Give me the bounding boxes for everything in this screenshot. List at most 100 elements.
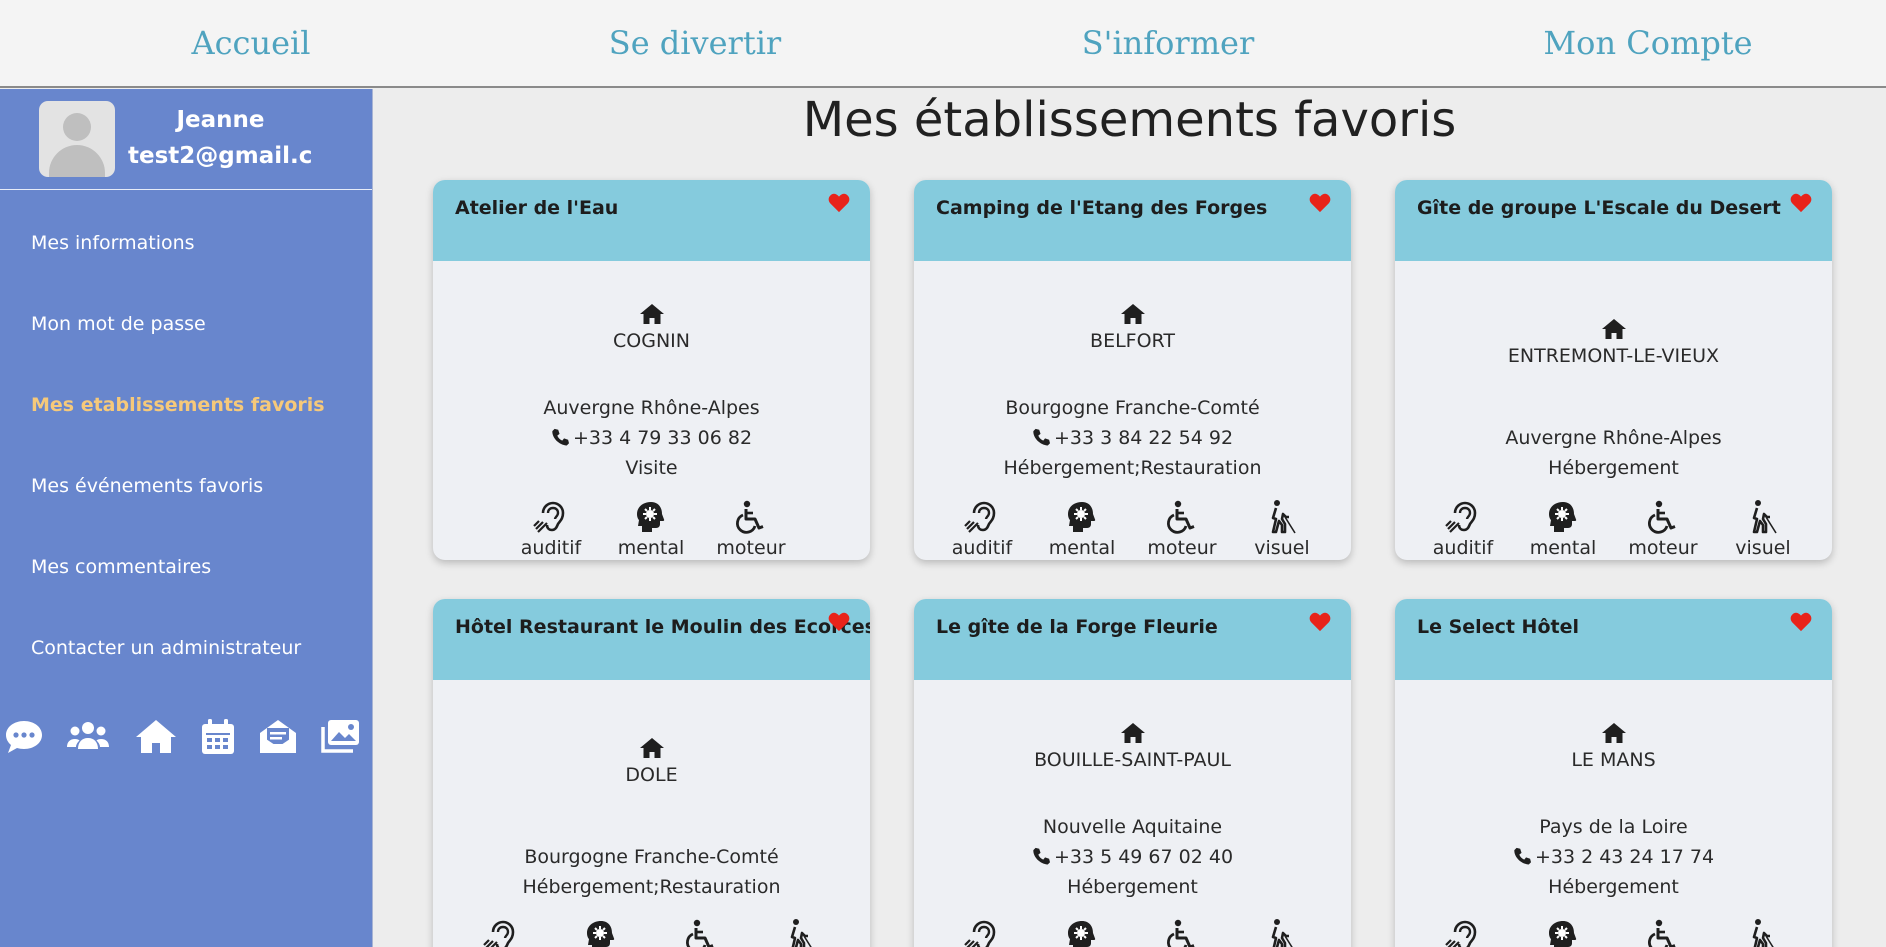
- calendar-icon[interactable]: [196, 715, 240, 759]
- accessibility-mental: mental: [1523, 916, 1603, 947]
- visuel-icon: [1242, 499, 1322, 535]
- home-icon: [639, 737, 664, 759]
- moteur-icon: [1142, 918, 1222, 947]
- card-body: LE MANS Pays de la Loire +33 2 43 24 17 74…: [1395, 680, 1832, 947]
- moteur-icon: [1142, 499, 1222, 535]
- card-title[interactable]: Hôtel Restaurant le Moulin des Ecorces: [455, 616, 870, 638]
- user-email: test2@gmail.co: [128, 143, 313, 169]
- card-region: Nouvelle Aquitaine: [1042, 816, 1223, 838]
- card-title[interactable]: Camping de l'Etang des Forges: [936, 197, 1267, 219]
- mental-icon: [1042, 499, 1122, 535]
- moteur-icon: [711, 499, 791, 535]
- phone-icon: [1513, 847, 1531, 865]
- card-title[interactable]: Atelier de l'Eau: [455, 197, 618, 219]
- nav-se-divertir[interactable]: Se divertir: [609, 24, 781, 62]
- mental-icon: [1523, 918, 1603, 947]
- card-body: BOUILLE-SAINT-PAUL Nouvelle Aquitaine +33 …: [914, 680, 1351, 947]
- phone-icon: [1032, 428, 1050, 446]
- card-phone[interactable]: +33 2 43 24 17 74: [1395, 846, 1832, 868]
- establishment-card[interactable]: Hôtel Restaurant le Moulin des Ecorces DO…: [433, 599, 870, 947]
- chat-icon[interactable]: [2, 715, 46, 759]
- nav-s-informer[interactable]: S'informer: [1082, 24, 1255, 62]
- accessibility-visuel: visuel: [1723, 916, 1803, 947]
- sidebar-item-evenements-favoris[interactable]: Mes événements favoris: [31, 475, 263, 497]
- phone-number: +33 2 43 24 17 74: [1534, 846, 1715, 868]
- mental-icon: [1523, 499, 1603, 535]
- favorite-heart-icon[interactable]: [828, 193, 850, 213]
- auditif-icon: [511, 499, 591, 535]
- accessibility-moteur: moteur: [1623, 916, 1703, 947]
- auditif-icon: [942, 499, 1022, 535]
- card-title[interactable]: Le gîte de la Forge Fleurie: [936, 616, 1218, 638]
- favorite-heart-icon[interactable]: [1309, 193, 1331, 213]
- accessibility-moteur: moteur: [1142, 916, 1222, 947]
- card-body: COGNIN Auvergne Rhône-Alpes +33 4 79 33 06…: [433, 261, 870, 560]
- favorite-heart-icon[interactable]: [1790, 612, 1812, 632]
- home-icon: [639, 303, 664, 325]
- establishment-card[interactable]: Le Select Hôtel LE MANS Pays de la Loire +3…: [1395, 599, 1832, 947]
- avatar: [39, 101, 115, 177]
- card-title[interactable]: Le Select Hôtel: [1417, 616, 1579, 638]
- establishment-card[interactable]: Le gîte de la Forge Fleurie BOUILLE-SAINT…: [914, 599, 1351, 947]
- sidebar: Jeanne test2@gmail.co Mes informations M…: [0, 89, 373, 947]
- sidebar-item-mot-de-passe[interactable]: Mon mot de passe: [31, 313, 206, 335]
- sidebar-item-contacter-admin[interactable]: Contacter un administrateur: [31, 637, 301, 659]
- accessibility-label: moteur: [716, 537, 786, 559]
- auditif-icon: [461, 918, 541, 947]
- card-region: Bourgogne Franche-Comté: [1005, 397, 1260, 419]
- user-name: Jeanne: [176, 107, 265, 133]
- card-category: Visite: [625, 457, 678, 479]
- mental-icon: [611, 499, 691, 535]
- card-city: BELFORT: [1090, 330, 1175, 352]
- home-icon[interactable]: [134, 715, 178, 759]
- mental-icon: [1042, 918, 1122, 947]
- users-icon[interactable]: [66, 715, 110, 759]
- accessibility-label: mental: [617, 537, 685, 559]
- accessibility-label: auditif: [951, 537, 1013, 559]
- accessibility-mental: mental: [1042, 497, 1122, 559]
- nav-mon-compte[interactable]: Mon Compte: [1543, 24, 1752, 62]
- home-icon: [1601, 722, 1626, 744]
- card-header: Le Select Hôtel: [1395, 599, 1832, 680]
- accessibility-mental: mental: [561, 916, 641, 947]
- nav-accueil[interactable]: Accueil: [192, 24, 311, 62]
- accessibility-moteur: moteur: [1623, 497, 1703, 559]
- accessibility-auditif: auditif: [1423, 497, 1503, 559]
- favorite-heart-icon[interactable]: [828, 612, 850, 632]
- accessibility-mental: mental: [1523, 497, 1603, 559]
- accessibility-visuel: visuel: [1242, 916, 1322, 947]
- card-category: Hébergement: [1548, 457, 1679, 479]
- establishment-card[interactable]: Atelier de l'Eau COGNIN Auvergne Rhône-Alp…: [433, 180, 870, 560]
- sidebar-item-mes-informations[interactable]: Mes informations: [31, 232, 195, 254]
- establishment-card[interactable]: Gîte de groupe L'Escale du Desert ENTREMO…: [1395, 180, 1832, 560]
- sidebar-item-commentaires[interactable]: Mes commentaires: [31, 556, 211, 578]
- establishment-card[interactable]: Camping de l'Etang des Forges BELFORT Bour…: [914, 180, 1351, 560]
- auditif-icon: [1423, 918, 1503, 947]
- card-category: Hébergement;Restauration: [522, 876, 781, 898]
- phone-icon: [1032, 847, 1050, 865]
- card-phone[interactable]: +33 3 84 22 54 92: [914, 427, 1351, 449]
- card-header: Hôtel Restaurant le Moulin des Ecorces: [433, 599, 870, 680]
- favorite-heart-icon[interactable]: [1309, 612, 1331, 632]
- profile-header: Jeanne test2@gmail.co: [0, 89, 372, 190]
- sidebar-item-etablissements-favoris[interactable]: Mes etablissements favoris: [31, 394, 325, 416]
- card-city: COGNIN: [613, 330, 690, 352]
- accessibility-visuel: visuel: [761, 916, 841, 947]
- card-phone[interactable]: +33 4 79 33 06 82: [433, 427, 870, 449]
- images-icon[interactable]: [318, 715, 362, 759]
- card-title[interactable]: Gîte de groupe L'Escale du Desert: [1417, 197, 1781, 219]
- card-phone[interactable]: +33 5 49 67 02 40: [914, 846, 1351, 868]
- card-header: Atelier de l'Eau: [433, 180, 870, 261]
- phone-number: +33 5 49 67 02 40: [1053, 846, 1234, 868]
- accessibility-label: mental: [1048, 537, 1116, 559]
- mail-open-icon[interactable]: [256, 715, 300, 759]
- home-icon: [1120, 303, 1145, 325]
- sidebar-icon-bar: [0, 715, 373, 765]
- visuel-icon: [1723, 918, 1803, 947]
- phone-icon: [551, 428, 569, 446]
- accessibility-moteur: moteur: [1142, 497, 1222, 559]
- mental-icon: [561, 918, 641, 947]
- accessibility-label: auditif: [1432, 537, 1494, 559]
- home-icon: [1601, 318, 1626, 340]
- favorite-heart-icon[interactable]: [1790, 193, 1812, 213]
